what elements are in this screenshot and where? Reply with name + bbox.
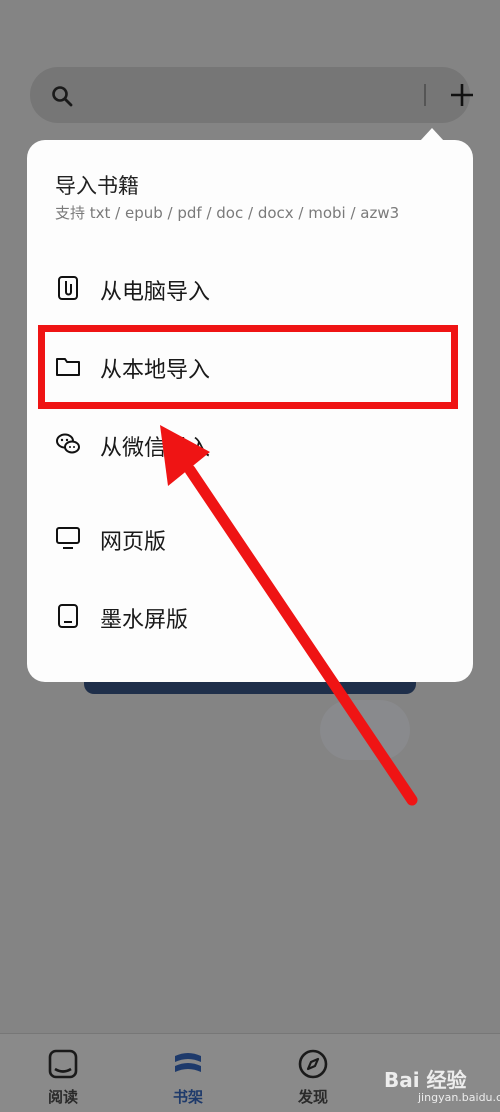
monitor-icon: [56, 527, 80, 549]
compass-icon: [298, 1049, 328, 1079]
menu-item-label: 从电脑导入: [100, 280, 211, 305]
menu-item-import-from-wechat[interactable]: 从微信导入: [27, 414, 473, 474]
watermark-text: Bai 经验: [384, 1068, 467, 1092]
search-bar[interactable]: [30, 67, 473, 123]
popup-subtitle: 支持 txt / epub / pdf / doc / docx / mobi …: [55, 204, 400, 222]
popup-title: 导入书籍: [55, 174, 139, 198]
wechat-icon: [56, 433, 80, 454]
highlight-box: [38, 325, 458, 409]
paperclip-icon: [58, 276, 78, 300]
background-decoration: [320, 700, 410, 760]
tab-reading[interactable]: 阅读: [13, 1034, 113, 1112]
menu-item-label: 墨水屏版: [100, 608, 189, 633]
search-divider: [424, 84, 426, 106]
tablet-icon: [58, 604, 78, 628]
tab-label: 阅读: [47, 1088, 78, 1106]
search-input[interactable]: [86, 79, 410, 113]
watermark-subtext: jingyan.baidu.com: [418, 1091, 500, 1104]
bookshelf-icon: [175, 1053, 201, 1072]
tab-discover[interactable]: 发现: [263, 1034, 363, 1112]
tab-label: 书架: [172, 1088, 203, 1106]
menu-item-label: 网页版: [100, 530, 167, 555]
tab-bookshelf[interactable]: 书架: [138, 1034, 238, 1112]
tab-label: 发现: [297, 1088, 328, 1106]
watermark: Bai 经验 jingyan.baidu.com: [378, 1060, 500, 1108]
import-popup: 导入书籍 支持 txt / epub / pdf / doc / docx / …: [27, 140, 473, 682]
reader-icon: [48, 1049, 78, 1079]
menu-item-web-version[interactable]: 网页版: [27, 508, 473, 568]
add-icon[interactable]: [448, 81, 476, 109]
menu-item-e-ink-version[interactable]: 墨水屏版: [27, 586, 473, 646]
menu-item-label: 从微信导入: [100, 436, 211, 461]
search-icon: [52, 86, 73, 107]
menu-item-import-from-computer[interactable]: 从电脑导入: [27, 258, 473, 318]
